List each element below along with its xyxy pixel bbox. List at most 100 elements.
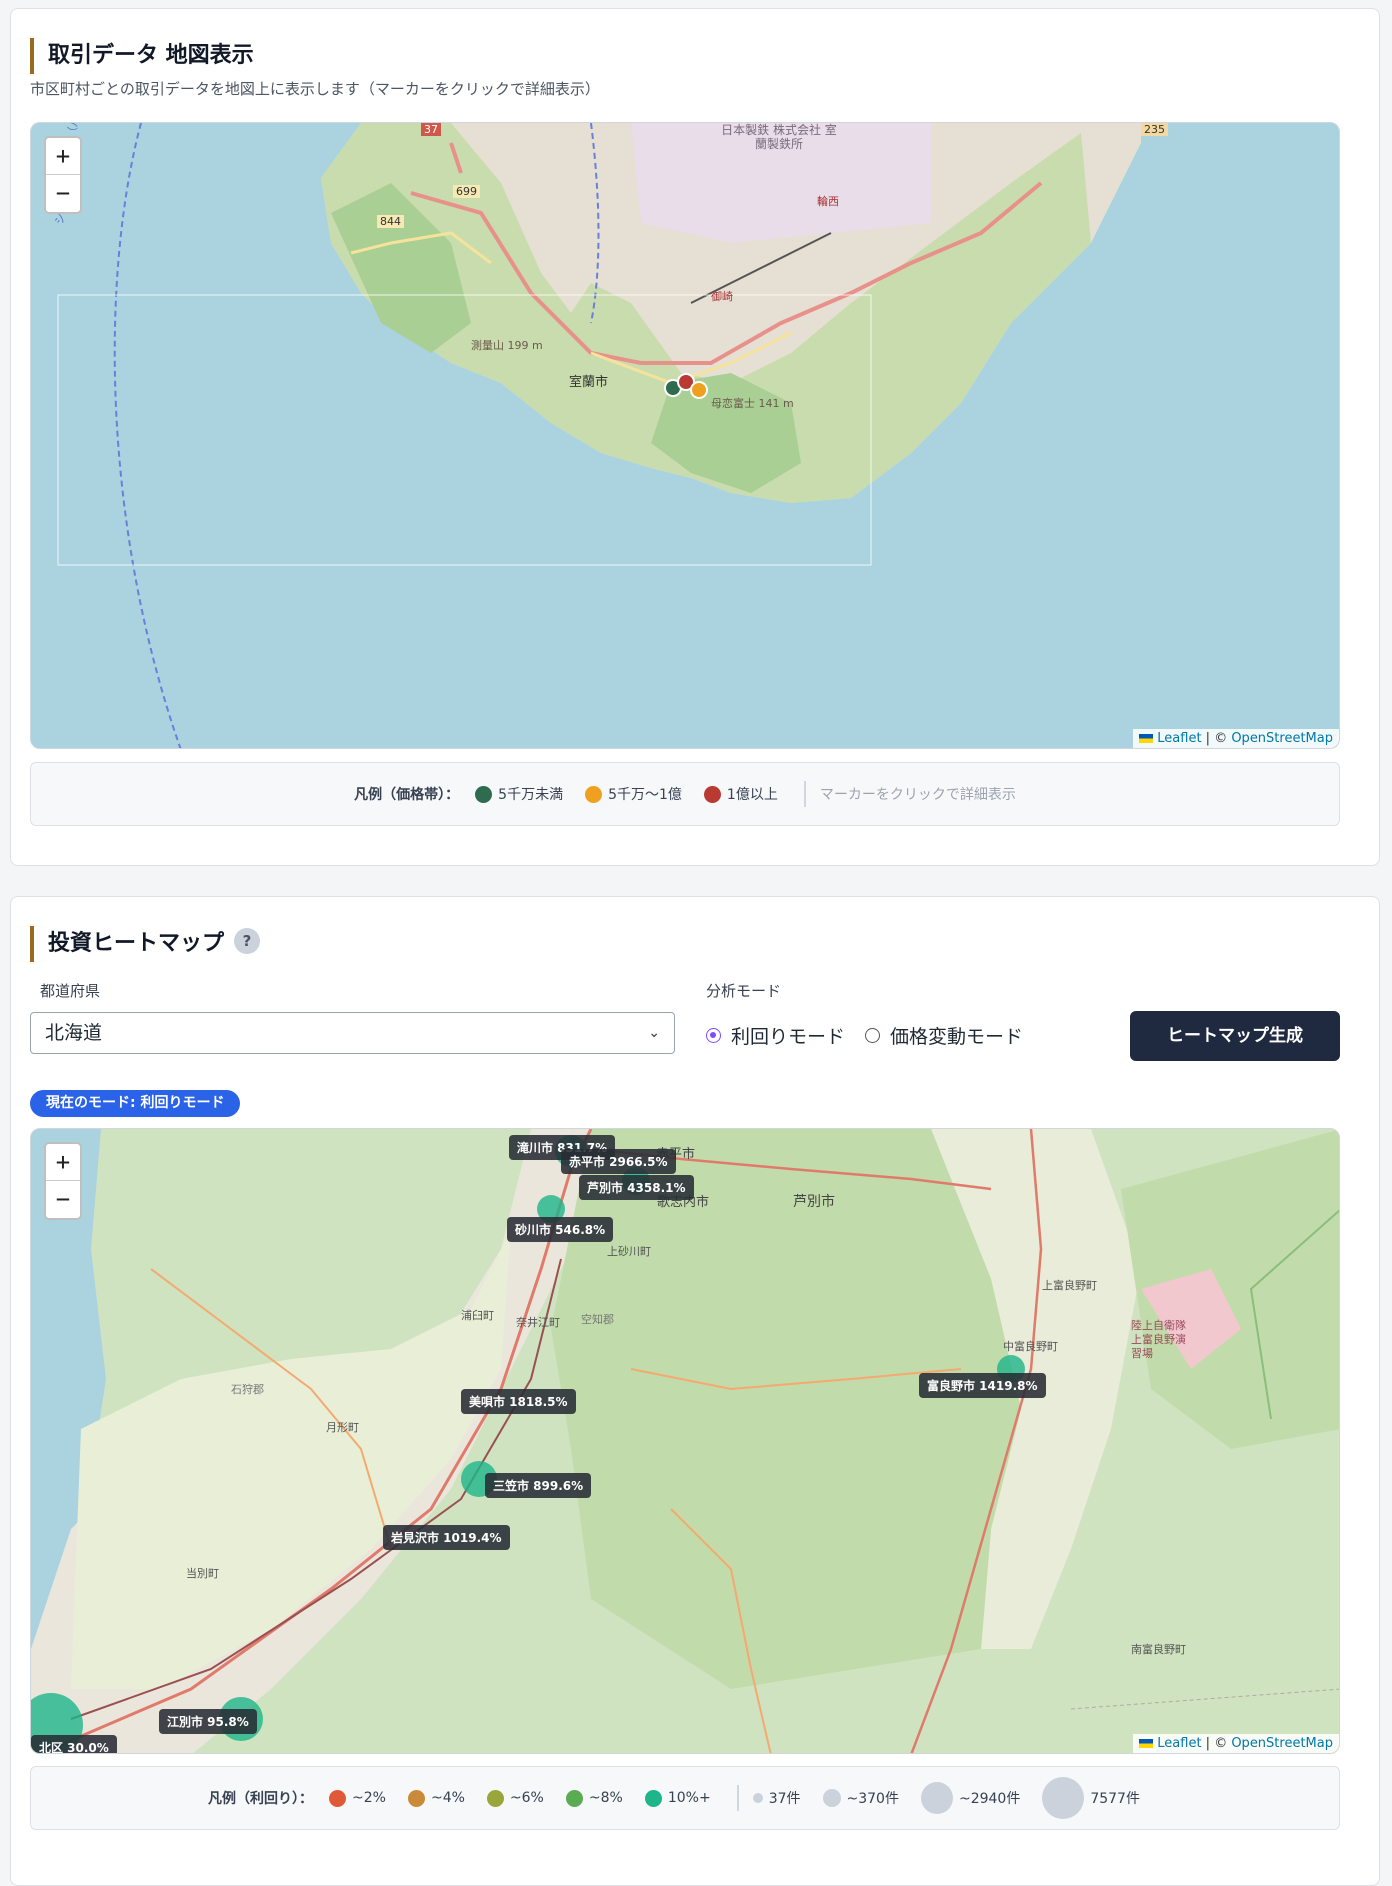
generate-heatmap-button[interactable]: ヒートマップ生成 [1130,1011,1340,1061]
base-label: 奈井江町 [516,1316,560,1329]
map-marker-mid[interactable] [690,381,708,399]
map-tiles [57,123,1141,748]
trade-map-subtitle: 市区町村ごとの取引データを地図上に表示します（マーカーをクリックで詳細表示） [30,80,600,98]
heatmap-title-text: 投資ヒートマップ [48,931,225,956]
legend-label: 5千万未満 [498,787,564,803]
city-label-ashibetsu[interactable]: 芦別市 4358.1% [579,1175,694,1200]
legend-dot [329,1789,347,1807]
ukraine-flag-icon [1139,734,1154,743]
legend-size-item: ~370件 [822,1788,899,1808]
legend-title: 凡例（利回り）： [208,1791,314,1807]
legend-label: 10%+ [667,1790,711,1806]
legend-item: ~4% [407,1789,465,1807]
legend-label: ~2% [352,1790,386,1806]
osm-link[interactable]: OpenStreetMap [1231,1736,1333,1751]
zoom-in-button[interactable]: + [46,138,80,175]
size-dot [1042,1777,1085,1819]
attribution-separator: | © [1201,731,1232,746]
prefecture-label: 都道府県 [40,982,101,1000]
base-label: 陸上自衛隊上富良野演習場 [1131,1319,1186,1360]
trade-map[interactable]: + − 日本製鉄 株式会社 室蘭製鉄所 測量山 199 m 母恋富士 141 m… [30,122,1340,749]
size-dot [822,1789,841,1807]
legend-label: ~8% [588,1790,623,1806]
legend-item-mid: 5千万〜1億 [585,784,682,804]
legend-dot [585,785,603,803]
legend-label: ~370件 [846,1791,899,1807]
mode-radio-group: 利回りモード 価格変動モード [706,1022,1043,1049]
radio-price-change-label[interactable]: 価格変動モード [890,1022,1023,1049]
map-zoom-control: + − [44,136,82,214]
map-label-misaki: 御崎 [711,290,733,303]
map-label-bokoi: 母恋富士 141 m [711,397,794,410]
chevron-down-icon: ⌄ [648,1025,660,1041]
heatmap-title: 投資ヒートマップ? [30,926,261,962]
prefecture-value: 北海道 [45,1022,103,1044]
base-label: 上砂川町 [607,1245,651,1258]
base-label: 中富良野町 [1003,1340,1058,1353]
legend-label: 1億以上 [726,787,778,803]
radio-yield-mode[interactable] [706,1028,721,1043]
map-route-699: 699 [453,185,480,198]
mode-label: 分析モード [706,982,782,1000]
legend-label: 5千万〜1億 [608,787,682,803]
base-label: 上富良野町 [1042,1279,1097,1292]
legend-dot [475,785,493,803]
map-label-sokuryo: 測量山 199 m [471,339,543,352]
base-label: 浦臼町 [461,1309,494,1322]
legend-item: ~8% [565,1789,623,1807]
city-label-ebetsu[interactable]: 江別市 95.8% [159,1709,257,1734]
heatmap-zoom-control: + − [44,1142,82,1220]
city-label-iwamizawa[interactable]: 岩見沢市 1019.4% [383,1525,510,1550]
legend-size-item: 7577件 [1042,1777,1140,1819]
city-label-sunagawa[interactable]: 砂川市 546.8% [507,1217,614,1242]
city-label-mikasa[interactable]: 三笠市 899.6% [485,1473,592,1498]
legend-label: 7577件 [1090,1791,1140,1807]
radio-yield-label[interactable]: 利回りモード [731,1022,845,1049]
legend-dot [644,1789,662,1807]
legend-note: マーカーをクリックで詳細表示 [819,787,1016,803]
legend-label: 37件 [768,1791,801,1807]
zoom-out-button[interactable]: − [46,1181,80,1218]
map-label-steelworks: 日本製鉄 株式会社 室蘭製鉄所 [721,123,837,151]
base-label: 当別町 [186,1567,219,1580]
city-label-furano[interactable]: 富良野市 1419.8% [919,1373,1046,1398]
legend-item-high: 1億以上 [703,784,778,804]
legend-item: 10%+ [644,1789,711,1807]
heatmap-attribution: Leaflet | © OpenStreetMap [1133,1734,1339,1753]
legend-label: ~2940件 [958,1791,1021,1807]
city-label-bibai[interactable]: 美唄市 1818.5% [461,1389,576,1414]
city-label-akabira[interactable]: 赤平市 2966.5% [561,1149,676,1174]
legend-dot [565,1789,583,1807]
size-dot [920,1782,953,1814]
attribution-separator: | © [1201,1736,1232,1751]
prefecture-select[interactable]: 北海道 ⌄ [30,1012,675,1054]
base-label: 月形町 [326,1421,359,1434]
heatmap-tiles [31,1129,1339,1753]
map-route-37: 37 [421,123,441,136]
radio-price-change-mode[interactable] [865,1028,881,1043]
base-label: 南富良野町 [1131,1643,1186,1656]
zoom-out-button[interactable]: − [46,175,80,212]
leaflet-link[interactable]: Leaflet [1157,1736,1201,1751]
map-label-wanishi: 輪西 [817,195,839,208]
yield-legend: 凡例（利回り）： ~2% ~4% ~6% ~8% 10%+ 37件 ~370件 … [30,1766,1340,1830]
legend-divider [803,781,806,807]
leaflet-link[interactable]: Leaflet [1157,731,1201,746]
base-label: 石狩郡 [231,1383,264,1396]
ukraine-flag-icon [1139,1739,1154,1748]
osm-link[interactable]: OpenStreetMap [1231,731,1333,746]
city-label-kita-ku[interactable]: 北区 30.0% [31,1735,117,1753]
legend-item-low: 5千万未満 [475,784,563,804]
base-label: 空知郡 [581,1313,614,1326]
map-route-844: 844 [377,215,404,228]
legend-size-item: ~2940件 [920,1782,1021,1814]
price-legend: 凡例（価格帯）： 5千万未満 5千万〜1億 1億以上 マーカーをクリックで詳細表… [30,762,1340,826]
legend-label: ~6% [509,1790,544,1806]
legend-item: ~2% [329,1789,386,1807]
size-dot [752,1793,763,1803]
zoom-in-button[interactable]: + [46,1144,80,1181]
legend-dot [486,1789,504,1807]
help-icon[interactable]: ? [234,928,261,954]
heatmap-map[interactable]: + − 赤平市 歌志内市 芦別市 上砂川町 上富良野町 中富良野町 陸上自衛隊上… [30,1128,1340,1754]
trade-map-title: 取引データ 地図表示 [30,38,254,74]
